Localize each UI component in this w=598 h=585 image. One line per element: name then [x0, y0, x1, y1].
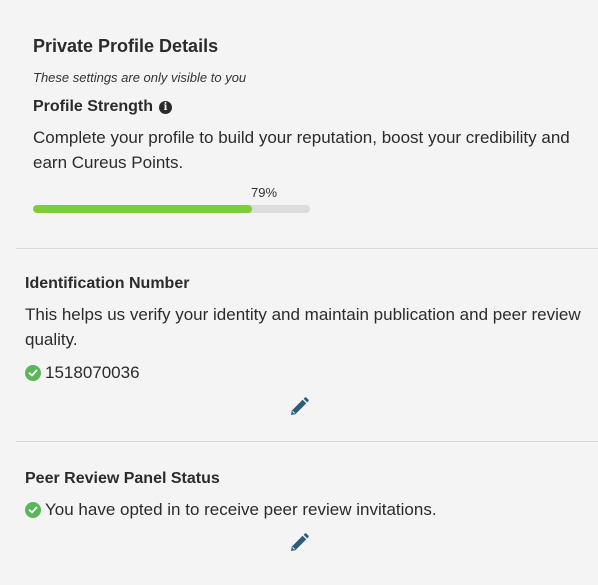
edit-identification-pencil-icon[interactable] [288, 396, 310, 418]
profile-strength-title: Profile Strength [33, 98, 154, 115]
peer-review-title: Peer Review Panel Status [25, 470, 220, 487]
identification-section: Identification Number This helps us veri… [25, 275, 585, 383]
profile-strength-heading: Profile Strength i [33, 98, 593, 116]
visibility-note: These settings are only visible to you [33, 70, 247, 85]
divider [16, 441, 598, 442]
peer-review-status-row: You have opted in to receive peer review… [25, 500, 585, 520]
check-circle-icon [25, 365, 41, 381]
progress-fill [33, 205, 252, 213]
identification-title: Identification Number [25, 275, 190, 292]
progress-label: 79% [251, 185, 278, 200]
identification-description: This helps us verify your identity and m… [25, 305, 581, 349]
identification-number-row: 1518070036 [25, 363, 585, 383]
progress-track [33, 205, 310, 213]
edit-peer-review-pencil-icon[interactable] [288, 532, 310, 554]
peer-review-section: Peer Review Panel Status You have opted … [25, 470, 585, 520]
private-profile-title: Private Profile Details [33, 36, 219, 56]
divider [16, 248, 598, 249]
peer-review-status-text: You have opted in to receive peer review… [45, 500, 437, 519]
private-profile-section: Private Profile Details These settings a… [33, 36, 593, 213]
profile-strength-description: Complete your profile to build your repu… [33, 128, 570, 172]
info-icon[interactable]: i [159, 100, 173, 114]
check-circle-icon [25, 502, 41, 518]
identification-number: 1518070036 [45, 363, 140, 382]
